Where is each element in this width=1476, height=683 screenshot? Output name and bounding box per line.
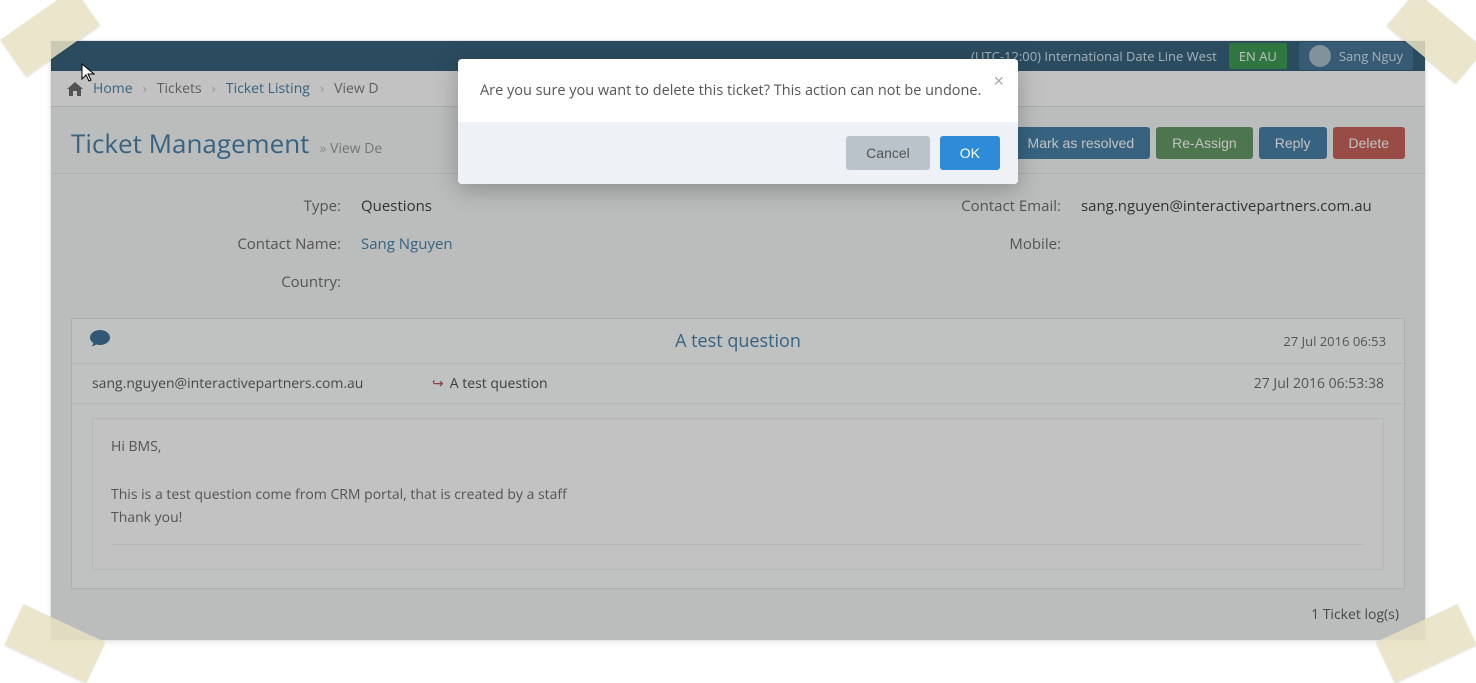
app-root: (UTC-12:00) International Date Line West… bbox=[51, 41, 1425, 640]
modal-close-button[interactable]: × bbox=[993, 71, 1004, 92]
modal-ok-button[interactable]: OK bbox=[940, 136, 1000, 170]
screenshot-frame: (UTC-12:00) International Date Line West… bbox=[50, 40, 1426, 641]
cursor-icon bbox=[81, 63, 95, 83]
modal-cancel-button[interactable]: Cancel bbox=[846, 136, 930, 170]
modal-message: Are you sure you want to delete this tic… bbox=[480, 81, 981, 100]
confirm-delete-modal: Are you sure you want to delete this tic… bbox=[458, 59, 1018, 184]
modal-footer: Cancel OK bbox=[458, 122, 1018, 184]
modal-body: Are you sure you want to delete this tic… bbox=[458, 59, 1018, 122]
